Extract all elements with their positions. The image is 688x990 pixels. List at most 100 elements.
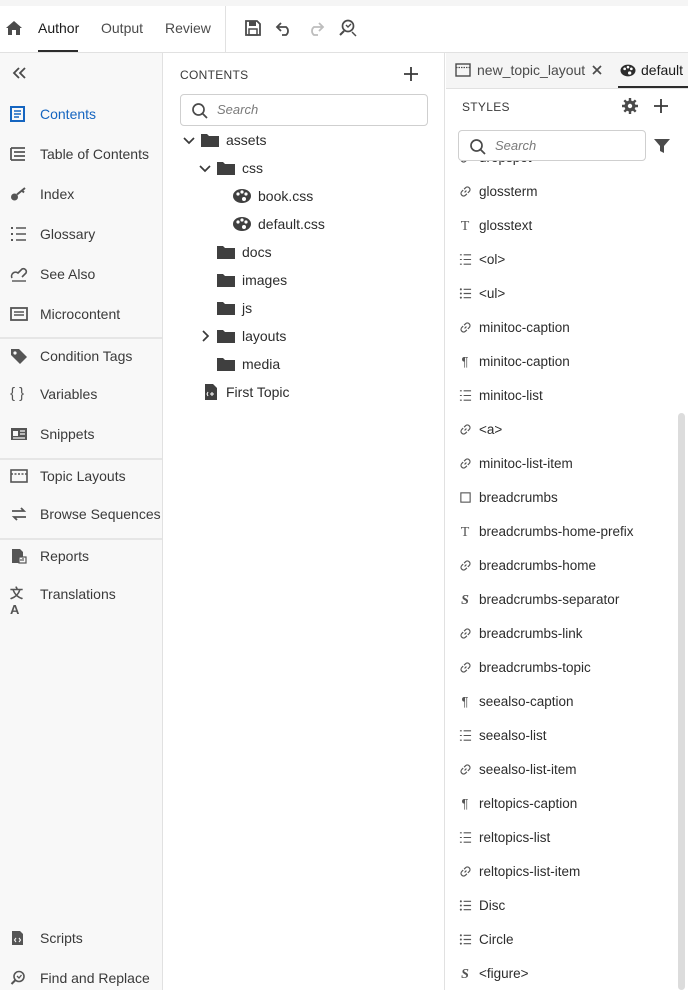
tab-new-topic-layout[interactable]: new_topic_layout [477, 62, 585, 78]
nav-microcontent[interactable]: Microcontent [0, 299, 162, 329]
style-label: seealso-list [479, 728, 547, 743]
chevron-down-icon[interactable] [182, 133, 196, 147]
style-item[interactable]: reltopics-list [446, 823, 676, 853]
nav-snippets[interactable]: Snippets [0, 419, 162, 449]
nav-find-and-replace[interactable]: Find and Replace [0, 963, 162, 990]
style-item[interactable]: breadcrumbs-home [446, 551, 676, 581]
tree-item-default-css[interactable]: default.css [232, 211, 422, 239]
nav-reports[interactable]: Reports [0, 541, 162, 571]
nav-label: Find and Replace [40, 970, 150, 986]
style-item[interactable]: seealso-list-item [446, 755, 676, 785]
style-item[interactable]: ¶ seealso-caption [446, 687, 676, 717]
nav-translations[interactable]: 文A Translations [0, 579, 162, 617]
nav-table-of-contents[interactable]: Table of Contents [0, 139, 162, 169]
style-item[interactable]: Tbreadcrumbs-home-prefix [446, 517, 676, 547]
style-item[interactable]: Circle [446, 925, 676, 955]
chevron-right-icon[interactable] [198, 329, 212, 343]
panel-title: STYLES [462, 100, 510, 114]
collapse-panel-icon[interactable] [10, 63, 30, 83]
tab-output[interactable]: Output [101, 20, 143, 36]
style-item[interactable]: <ul> [446, 279, 676, 309]
find-replace-icon [10, 970, 25, 985]
nav-label: Scripts [40, 930, 83, 946]
style-item[interactable]: Disc [446, 891, 676, 921]
bullet-list-icon [458, 899, 472, 913]
tab-author[interactable]: Author [38, 20, 79, 36]
filter-icon[interactable] [653, 137, 671, 155]
tab-review[interactable]: Review [165, 20, 211, 36]
link-icon [458, 865, 472, 879]
tree-item-docs[interactable]: docs [216, 239, 422, 267]
left-navigation: Contents Table of Contents Index Glossar… [0, 53, 163, 990]
nav-scripts[interactable]: Scripts [0, 923, 162, 953]
nav-topic-layouts[interactable]: Topic Layouts [0, 461, 162, 491]
tree-item-media[interactable]: media [216, 351, 422, 379]
style-item[interactable]: S <figure> [446, 959, 676, 989]
style-item[interactable]: seealso-list [446, 721, 676, 751]
tab-default[interactable]: default [641, 62, 683, 78]
nav-divider [0, 337, 162, 339]
nav-see-also[interactable]: See Also [0, 259, 162, 289]
tree-item-assets[interactable]: assets [182, 127, 422, 155]
microcontent-icon [10, 307, 28, 321]
add-icon[interactable] [652, 97, 670, 115]
tree-item-images[interactable]: images [216, 267, 422, 295]
tag-icon [11, 349, 27, 364]
stylesheet-icon [233, 189, 251, 203]
nav-label: Microcontent [40, 306, 121, 322]
style-item[interactable]: glossterm [446, 177, 676, 207]
tree-item-book-css[interactable]: book.css [232, 183, 422, 211]
chevron-down-icon[interactable] [198, 161, 212, 175]
style-label: <a> [479, 422, 503, 437]
nav-browse-sequences[interactable]: Browse Sequences [0, 499, 162, 529]
scrollbar[interactable] [678, 413, 685, 990]
tree-item-first-topic[interactable]: First Topic [202, 379, 422, 407]
style-item[interactable]: Tglosstext [446, 211, 676, 241]
gear-icon[interactable] [621, 97, 639, 115]
layout-icon [10, 469, 28, 483]
style-item[interactable]: breadcrumbs-topic [446, 653, 676, 683]
style-item[interactable]: dropspot [446, 161, 676, 173]
tree-item-layouts[interactable]: layouts [198, 323, 422, 351]
add-icon[interactable] [402, 65, 420, 83]
styles-search-input[interactable]: Search [458, 130, 646, 161]
braces-icon: { } [10, 385, 25, 402]
nav-label: Topic Layouts [40, 468, 126, 484]
redo-icon[interactable] [306, 18, 326, 38]
style-item[interactable]: reltopics-list-item [446, 857, 676, 887]
nav-glossary[interactable]: Glossary [0, 219, 162, 249]
close-icon[interactable] [592, 65, 602, 75]
link-icon [458, 161, 472, 165]
nav-index[interactable]: Index [0, 179, 162, 209]
nav-variables[interactable]: { } Variables [0, 379, 162, 409]
translate-icon: 文A [10, 586, 24, 617]
nav-divider [0, 458, 162, 460]
nav-label: Snippets [40, 426, 95, 442]
undo-icon[interactable] [274, 18, 294, 38]
tree-label: images [242, 272, 288, 288]
style-item[interactable]: breadcrumbs [446, 483, 676, 513]
style-item[interactable]: breadcrumbs-link [446, 619, 676, 649]
style-item[interactable]: <a> [446, 415, 676, 445]
style-item[interactable]: ¶ reltopics-caption [446, 789, 676, 819]
nav-contents[interactable]: Contents [0, 99, 162, 129]
contents-search-input[interactable]: Search [180, 94, 428, 126]
tree-item-css[interactable]: css [198, 155, 422, 183]
tree-label: docs [242, 244, 272, 260]
find-replace-icon[interactable] [338, 18, 358, 38]
folder-icon [217, 274, 235, 287]
save-icon[interactable] [243, 18, 263, 38]
home-icon[interactable] [4, 18, 24, 38]
tree-label: media [242, 356, 281, 372]
style-item[interactable]: <ol> [446, 245, 676, 275]
style-item[interactable]: minitoc-list [446, 381, 676, 411]
tree-item-js[interactable]: js [216, 295, 422, 323]
list-icon [458, 729, 472, 743]
style-item[interactable]: minitoc-caption [446, 313, 676, 343]
text-style-icon: T [460, 525, 470, 540]
style-item[interactable]: Sbreadcrumbs-separator [446, 585, 676, 615]
style-label: reltopics-caption [479, 796, 578, 811]
style-item[interactable]: minitoc-list-item [446, 449, 676, 479]
style-item[interactable]: ¶ minitoc-caption [446, 347, 676, 377]
nav-condition-tags[interactable]: Condition Tags [0, 341, 162, 371]
